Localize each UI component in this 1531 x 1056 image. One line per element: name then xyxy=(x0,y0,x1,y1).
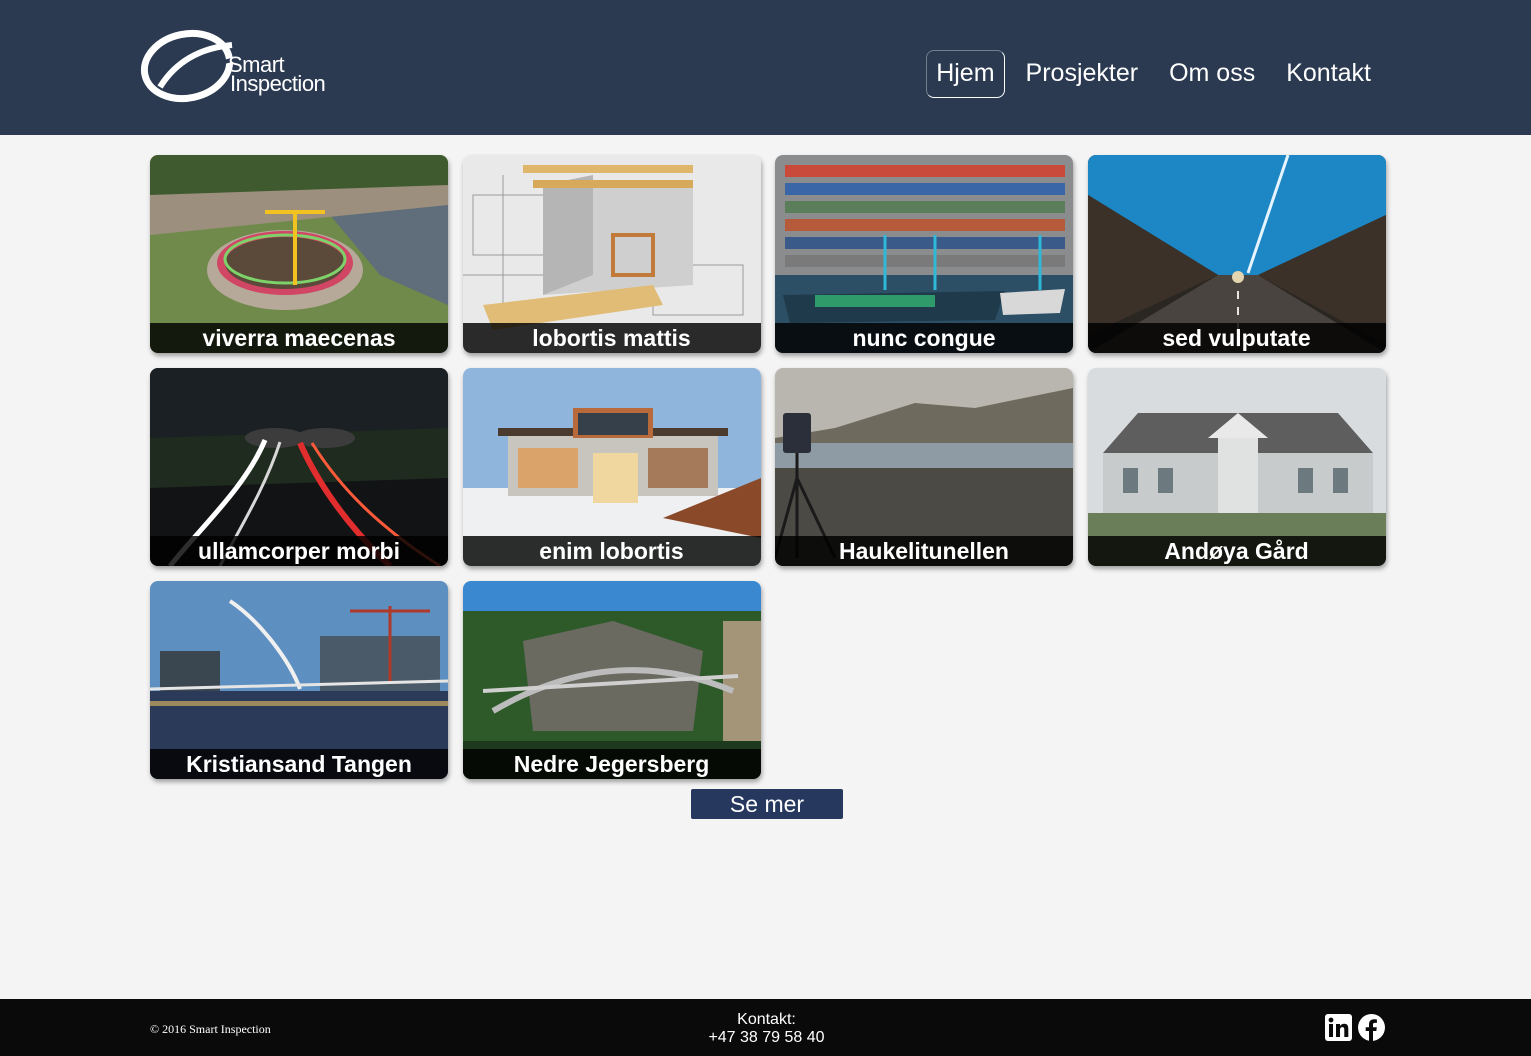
project-card[interactable]: Haukelitunellen xyxy=(775,368,1073,566)
logo-line-2: Inspection xyxy=(230,71,326,96)
copyright-text: © 2016 Smart Inspection xyxy=(150,1022,271,1036)
project-card[interactable]: nunc congue xyxy=(775,155,1073,353)
see-more-button[interactable]: Se mer xyxy=(691,789,843,819)
nav-item-om-oss[interactable]: Om oss xyxy=(1159,50,1265,98)
project-card[interactable]: viverra maecenas xyxy=(150,155,448,353)
project-title: nunc congue xyxy=(775,323,1073,353)
project-title: enim lobortis xyxy=(462,536,761,566)
project-title: Andøya Gård xyxy=(1087,536,1386,566)
facebook-icon[interactable] xyxy=(1358,1014,1385,1041)
project-card[interactable]: Nedre Jegersberg xyxy=(462,581,761,779)
nav-item-prosjekter[interactable]: Prosjekter xyxy=(1016,50,1149,98)
site-header: Smart Inspection Hjem Prosjekter Om oss … xyxy=(0,0,1531,135)
project-grid: viverra maecenas lobortis mattis nunc co… xyxy=(150,155,1386,779)
project-card[interactable]: enim lobortis xyxy=(462,368,761,566)
project-title: sed vulputate xyxy=(1087,323,1386,353)
project-card[interactable]: ullamcorper morbi xyxy=(150,368,448,566)
project-card[interactable]: lobortis mattis xyxy=(462,155,761,353)
social-links xyxy=(1325,1014,1385,1041)
linkedin-icon[interactable] xyxy=(1325,1014,1352,1041)
contact-phone[interactable]: +47 38 79 58 40 xyxy=(700,1029,833,1047)
project-title: Haukelitunellen xyxy=(775,536,1073,566)
footer-contact: Kontakt: +47 38 79 58 40 xyxy=(700,1011,833,1047)
site-footer: © 2016 Smart Inspection Kontakt: +47 38 … xyxy=(0,999,1531,1056)
project-title: ullamcorper morbi xyxy=(150,536,448,566)
project-card[interactable]: Andøya Gård xyxy=(1087,368,1386,566)
contact-label: Kontakt: xyxy=(737,1011,796,1028)
project-title: Kristiansand Tangen xyxy=(150,749,448,779)
project-card[interactable]: sed vulputate xyxy=(1087,155,1386,353)
nav-item-hjem[interactable]: Hjem xyxy=(926,50,1005,98)
smart-inspection-logo[interactable]: Smart Inspection xyxy=(140,25,350,105)
logo-text: Smart Inspection xyxy=(228,54,326,96)
project-card[interactable]: Kristiansand Tangen xyxy=(150,581,448,779)
nav-item-kontakt[interactable]: Kontakt xyxy=(1276,50,1381,98)
project-title: lobortis mattis xyxy=(462,323,761,353)
project-title: viverra maecenas xyxy=(150,323,448,353)
project-title: Nedre Jegersberg xyxy=(462,749,761,779)
main-nav: Hjem Prosjekter Om oss Kontakt xyxy=(915,50,1381,98)
